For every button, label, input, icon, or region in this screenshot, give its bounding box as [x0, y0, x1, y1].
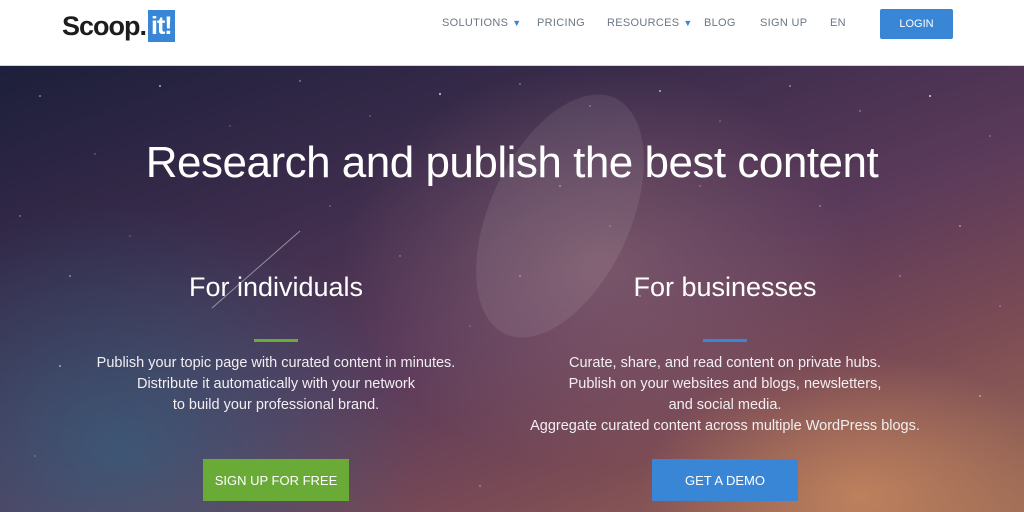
get-demo-button[interactable]: GET A DEMO	[652, 459, 798, 501]
nav-resources[interactable]: RESOURCES ▼	[607, 17, 693, 29]
nav-solutions[interactable]: SOLUTIONS ▼	[442, 17, 522, 29]
nav-sign-up[interactable]: SIGN UP	[760, 17, 807, 29]
businesses-heading: For businesses	[633, 272, 817, 302]
nav-pricing[interactable]: PRICING	[537, 17, 585, 29]
nav-label: RESOURCES	[607, 17, 680, 29]
description-line: and social media.	[668, 397, 782, 413]
sign-up-free-button[interactable]: SIGN UP FOR FREE	[203, 459, 349, 501]
nav-label: EN	[830, 17, 846, 29]
logo-wordmark: Scoop.	[62, 10, 147, 41]
nav-blog[interactable]: BLOG	[704, 17, 736, 29]
logo-badge: it!	[148, 10, 175, 42]
chevron-down-icon: ▼	[683, 18, 693, 28]
description-line: Publish your topic page with curated con…	[96, 355, 456, 371]
nav-label: BLOG	[704, 17, 736, 29]
nav-language[interactable]: EN	[830, 17, 846, 29]
description-line: Aggregate curated content across multipl…	[530, 418, 920, 434]
description-line: Publish on your websites and blogs, news…	[568, 376, 882, 392]
businesses-description: Curate, share, and read content on priva…	[505, 353, 945, 437]
top-navbar: Scoop. it! SOLUTIONS ▼ PRICING RESOURCES ▼…	[0, 0, 1024, 66]
description-line: to build your professional brand.	[172, 397, 380, 413]
nav-label: SIGN UP	[760, 17, 808, 29]
businesses-divider	[703, 339, 747, 342]
login-button[interactable]: LOGIN	[880, 9, 953, 39]
individuals-description: Publish your topic page with curated con…	[56, 353, 496, 416]
nav-label: SOLUTIONS	[442, 17, 509, 29]
scoopit-logo[interactable]: Scoop. it!	[62, 9, 175, 43]
hero-section: Research and publish the best content Fo…	[0, 66, 1024, 512]
individuals-divider	[254, 339, 298, 342]
individuals-heading: For individuals	[188, 272, 364, 302]
description-line: Curate, share, and read content on priva…	[569, 355, 881, 371]
nav-label: PRICING	[537, 17, 585, 29]
hero-title: Research and publish the best content	[145, 138, 879, 187]
description-line: Distribute it automatically with your ne…	[136, 376, 416, 392]
chevron-down-icon: ▼	[512, 18, 522, 28]
